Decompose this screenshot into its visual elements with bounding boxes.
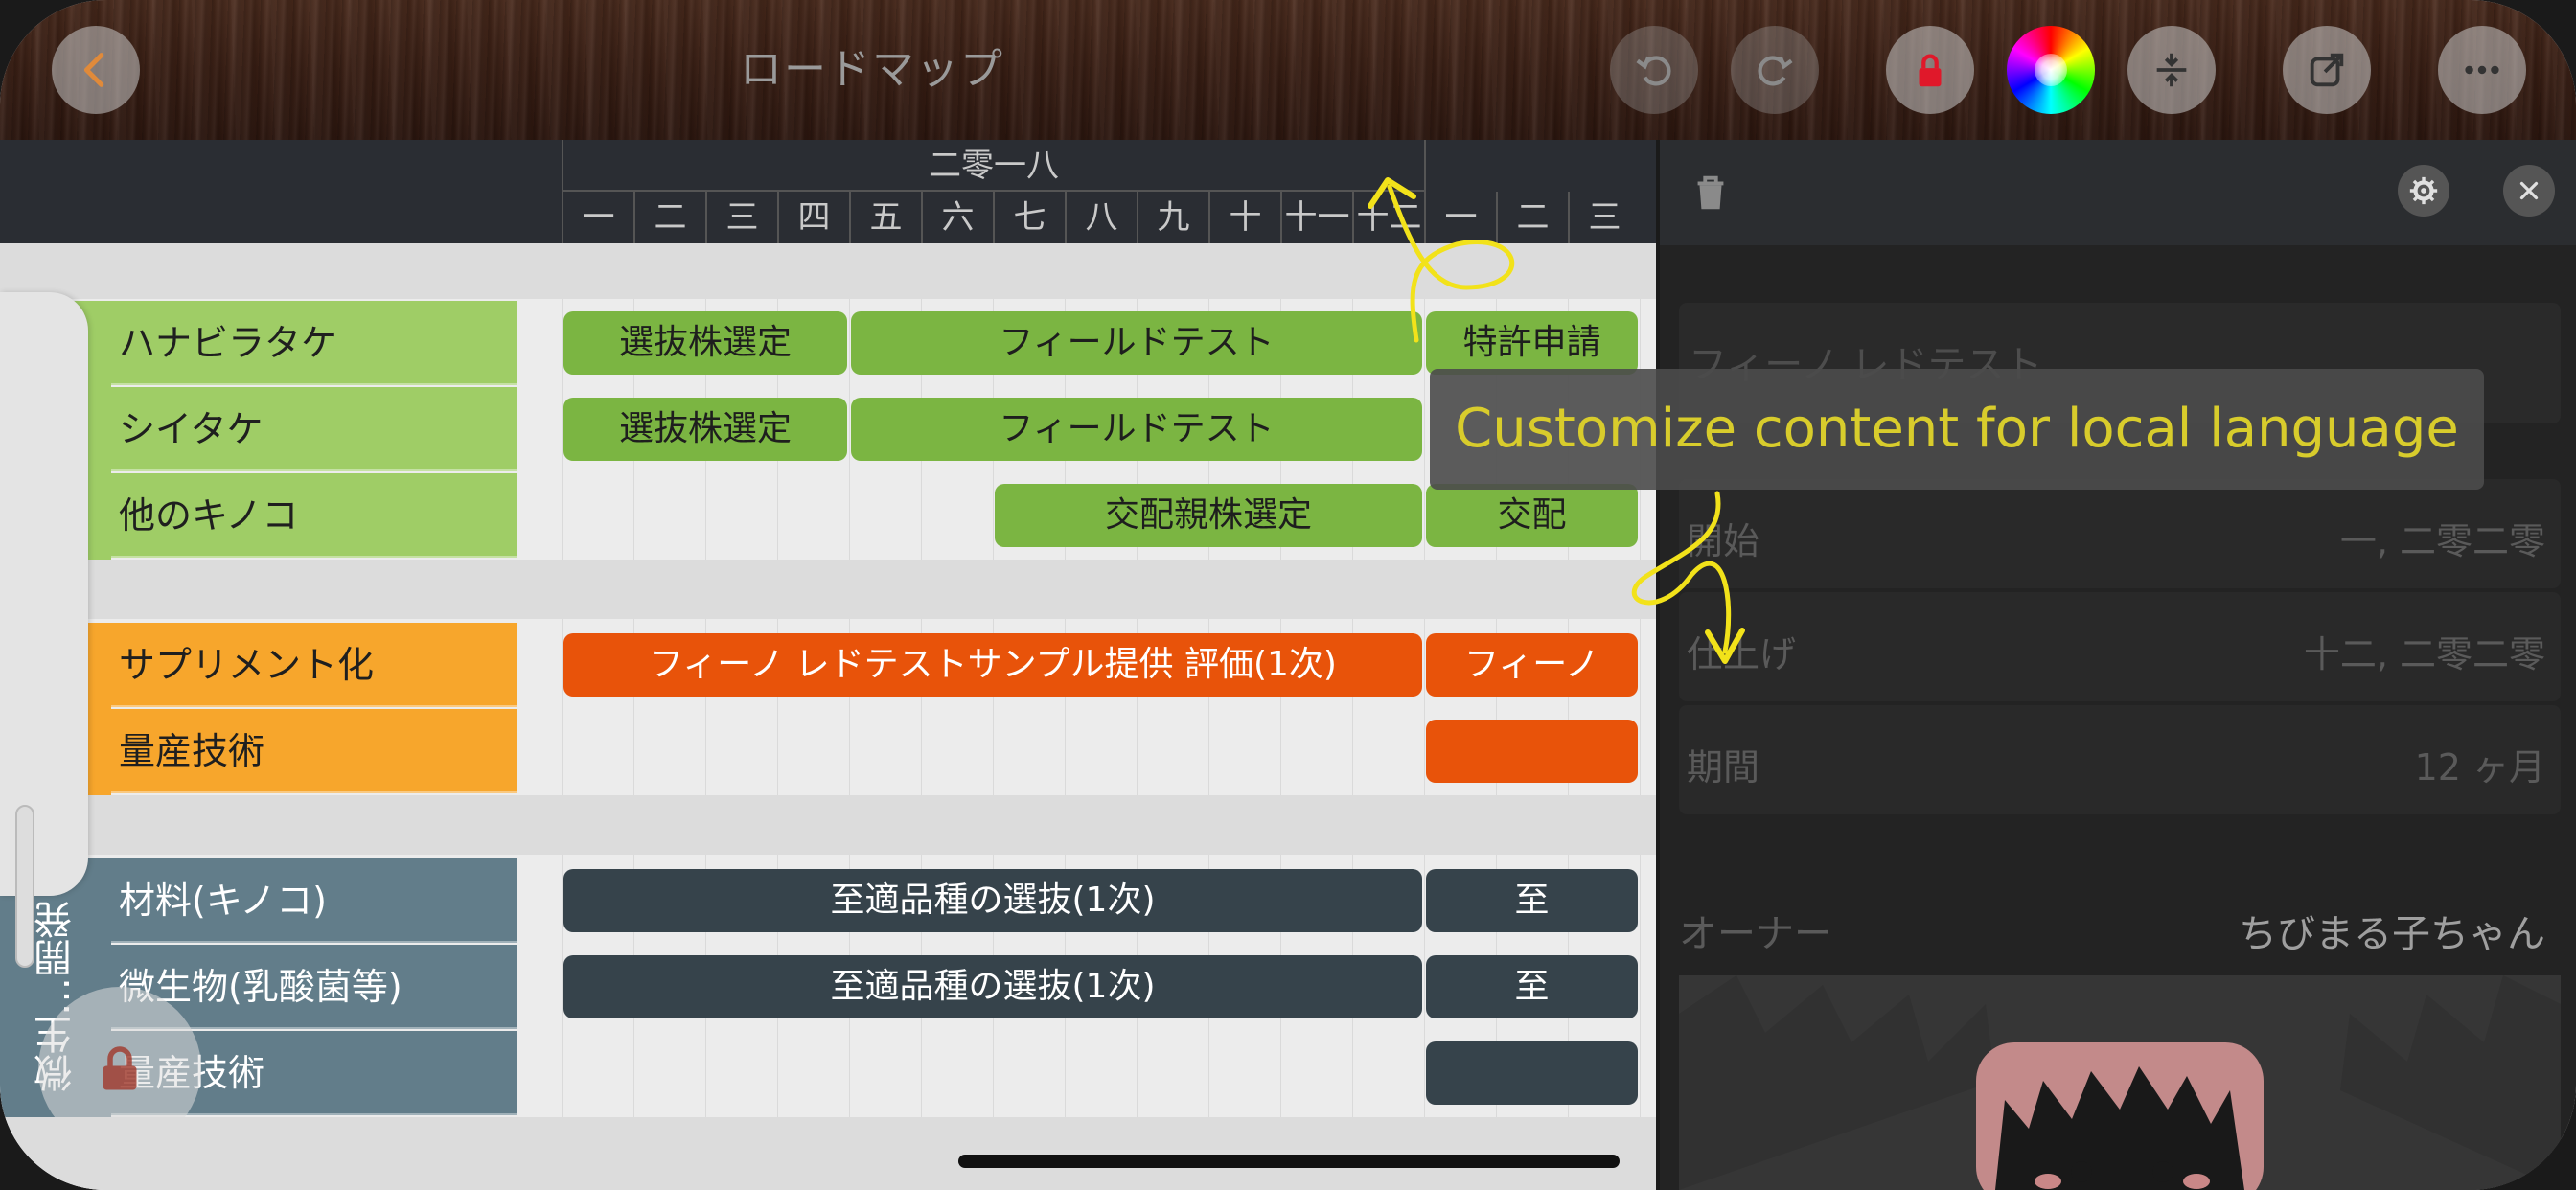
task-bar[interactable]: フィールドテスト — [851, 311, 1422, 375]
task-bar[interactable]: 至適品種の選抜(1次) — [564, 955, 1422, 1018]
grid-line — [1137, 243, 1138, 1190]
color-picker-button[interactable] — [2007, 26, 2095, 114]
back-icon — [83, 53, 104, 87]
outline-drawer[interactable] — [0, 292, 88, 968]
month-label: 一 — [1424, 192, 1496, 243]
settings-button[interactable] — [2398, 165, 2450, 217]
month-label: 十一 — [1280, 192, 1352, 243]
task-bar[interactable]: 交配親株選定 — [995, 484, 1422, 547]
task-bar[interactable]: 特許申請 — [1426, 311, 1638, 375]
month-label: 六 — [921, 192, 993, 243]
row-label[interactable]: シイタケ — [111, 387, 518, 471]
grid-line — [1065, 243, 1066, 1190]
grid-line — [705, 243, 706, 1190]
month-label: 七 — [993, 192, 1065, 243]
month-label: 八 — [1065, 192, 1137, 243]
grid-line — [1208, 243, 1209, 1190]
task-bar[interactable] — [1426, 1041, 1638, 1105]
task-bar[interactable] — [1426, 720, 1638, 783]
year-label: 二零一八 — [562, 140, 1424, 192]
group-separator — [0, 1117, 1656, 1190]
task-bar[interactable]: 至 — [1426, 955, 1638, 1018]
grid-line — [849, 243, 850, 1190]
lock-icon — [103, 1046, 137, 1090]
month-label: 三 — [1568, 192, 1640, 243]
lock-button[interactable] — [1886, 26, 1974, 114]
row-label[interactable]: サプリメント化 — [111, 623, 518, 707]
month-label: 九 — [1137, 192, 1208, 243]
delete-button[interactable] — [1689, 167, 1733, 218]
redo-button[interactable] — [1731, 26, 1819, 114]
share-icon — [2310, 53, 2344, 87]
app-window: ロードマップ 二零一八 一二三四五六七八九十十一 十二一二三 ハナビラタケ 選抜株選… — [0, 0, 2576, 1190]
month-label: 一 — [562, 192, 633, 243]
grid-line — [633, 243, 634, 1190]
grid-line — [1352, 243, 1353, 1190]
redo-icon — [1758, 56, 1793, 86]
callout-tooltip: Customize content for local language — [1430, 369, 2484, 490]
month-label: 十 — [1208, 192, 1280, 243]
top-toolbar: ロードマップ — [0, 0, 2576, 140]
task-bar[interactable]: フィールドテスト — [851, 398, 1422, 461]
grid-line — [993, 243, 994, 1190]
close-icon — [2519, 181, 2539, 200]
task-bar[interactable]: フィーノ レドテストサンプル提供 評価(1次) — [564, 633, 1422, 697]
task-bar[interactable]: 至 — [1426, 869, 1638, 932]
task-bar[interactable]: 交配 — [1426, 484, 1638, 547]
undo-icon — [1636, 56, 1671, 86]
page-title: ロードマップ — [740, 45, 1004, 94]
more-icon — [2465, 65, 2499, 75]
more-button[interactable] — [2438, 26, 2526, 114]
row-label[interactable]: ハナビラタケ — [111, 301, 518, 385]
task-bar[interactable]: 選抜株選定 — [564, 398, 847, 461]
close-button[interactable] — [2503, 165, 2555, 217]
month-label: 十二 — [1352, 192, 1424, 243]
share-button[interactable] — [2283, 26, 2371, 114]
task-bar[interactable]: 至適品種の選抜(1次) — [564, 869, 1422, 932]
row-label[interactable]: 材料(キノコ) — [111, 858, 518, 943]
task-bar[interactable]: フィーノ — [1426, 633, 1638, 697]
resize-rows-icon — [2156, 53, 2187, 87]
group-separator — [0, 243, 1656, 299]
timeline-header: 二零一八 一二三四五六七八九十十一 十二一二三 — [0, 140, 1656, 243]
panel-header — [1660, 140, 2576, 245]
undo-button[interactable] — [1610, 26, 1698, 114]
row-label[interactable]: 量産技術 — [111, 709, 518, 793]
month-label: 二 — [633, 192, 705, 243]
row-height-button[interactable] — [2128, 26, 2216, 114]
group-separator — [0, 795, 1656, 855]
group-separator — [0, 560, 1656, 619]
month-label: 四 — [777, 192, 849, 243]
color-wheel-icon — [2035, 54, 2067, 86]
grid-line — [1424, 243, 1425, 1190]
back-button[interactable] — [52, 26, 140, 114]
grid-line — [1280, 243, 1281, 1190]
grid-line — [562, 243, 563, 1190]
row-label[interactable]: 他のキノコ — [111, 473, 518, 558]
floating-lock-button[interactable] — [38, 987, 201, 1150]
grid-line — [921, 243, 922, 1190]
trash-icon — [1697, 175, 1724, 210]
gear-icon — [2409, 176, 2438, 205]
lock-icon — [1919, 54, 1942, 87]
month-label: 三 — [705, 192, 777, 243]
month-label: 五 — [849, 192, 921, 243]
task-detail-panel: フィーノ レドテスト 開始 一, 二零二零 仕上げ 十二, 二零二零 期間 12… — [1656, 140, 2576, 1190]
gantt-grid: ハナビラタケ 選抜株選定 フィールドテスト 特許申請シイタケ 選抜株選定 フィールドテスト… — [0, 243, 1656, 1190]
month-label: 二 — [1496, 192, 1568, 243]
grid-line — [777, 243, 778, 1190]
home-indicator — [958, 1155, 1620, 1168]
task-bar[interactable]: 選抜株選定 — [564, 311, 847, 375]
